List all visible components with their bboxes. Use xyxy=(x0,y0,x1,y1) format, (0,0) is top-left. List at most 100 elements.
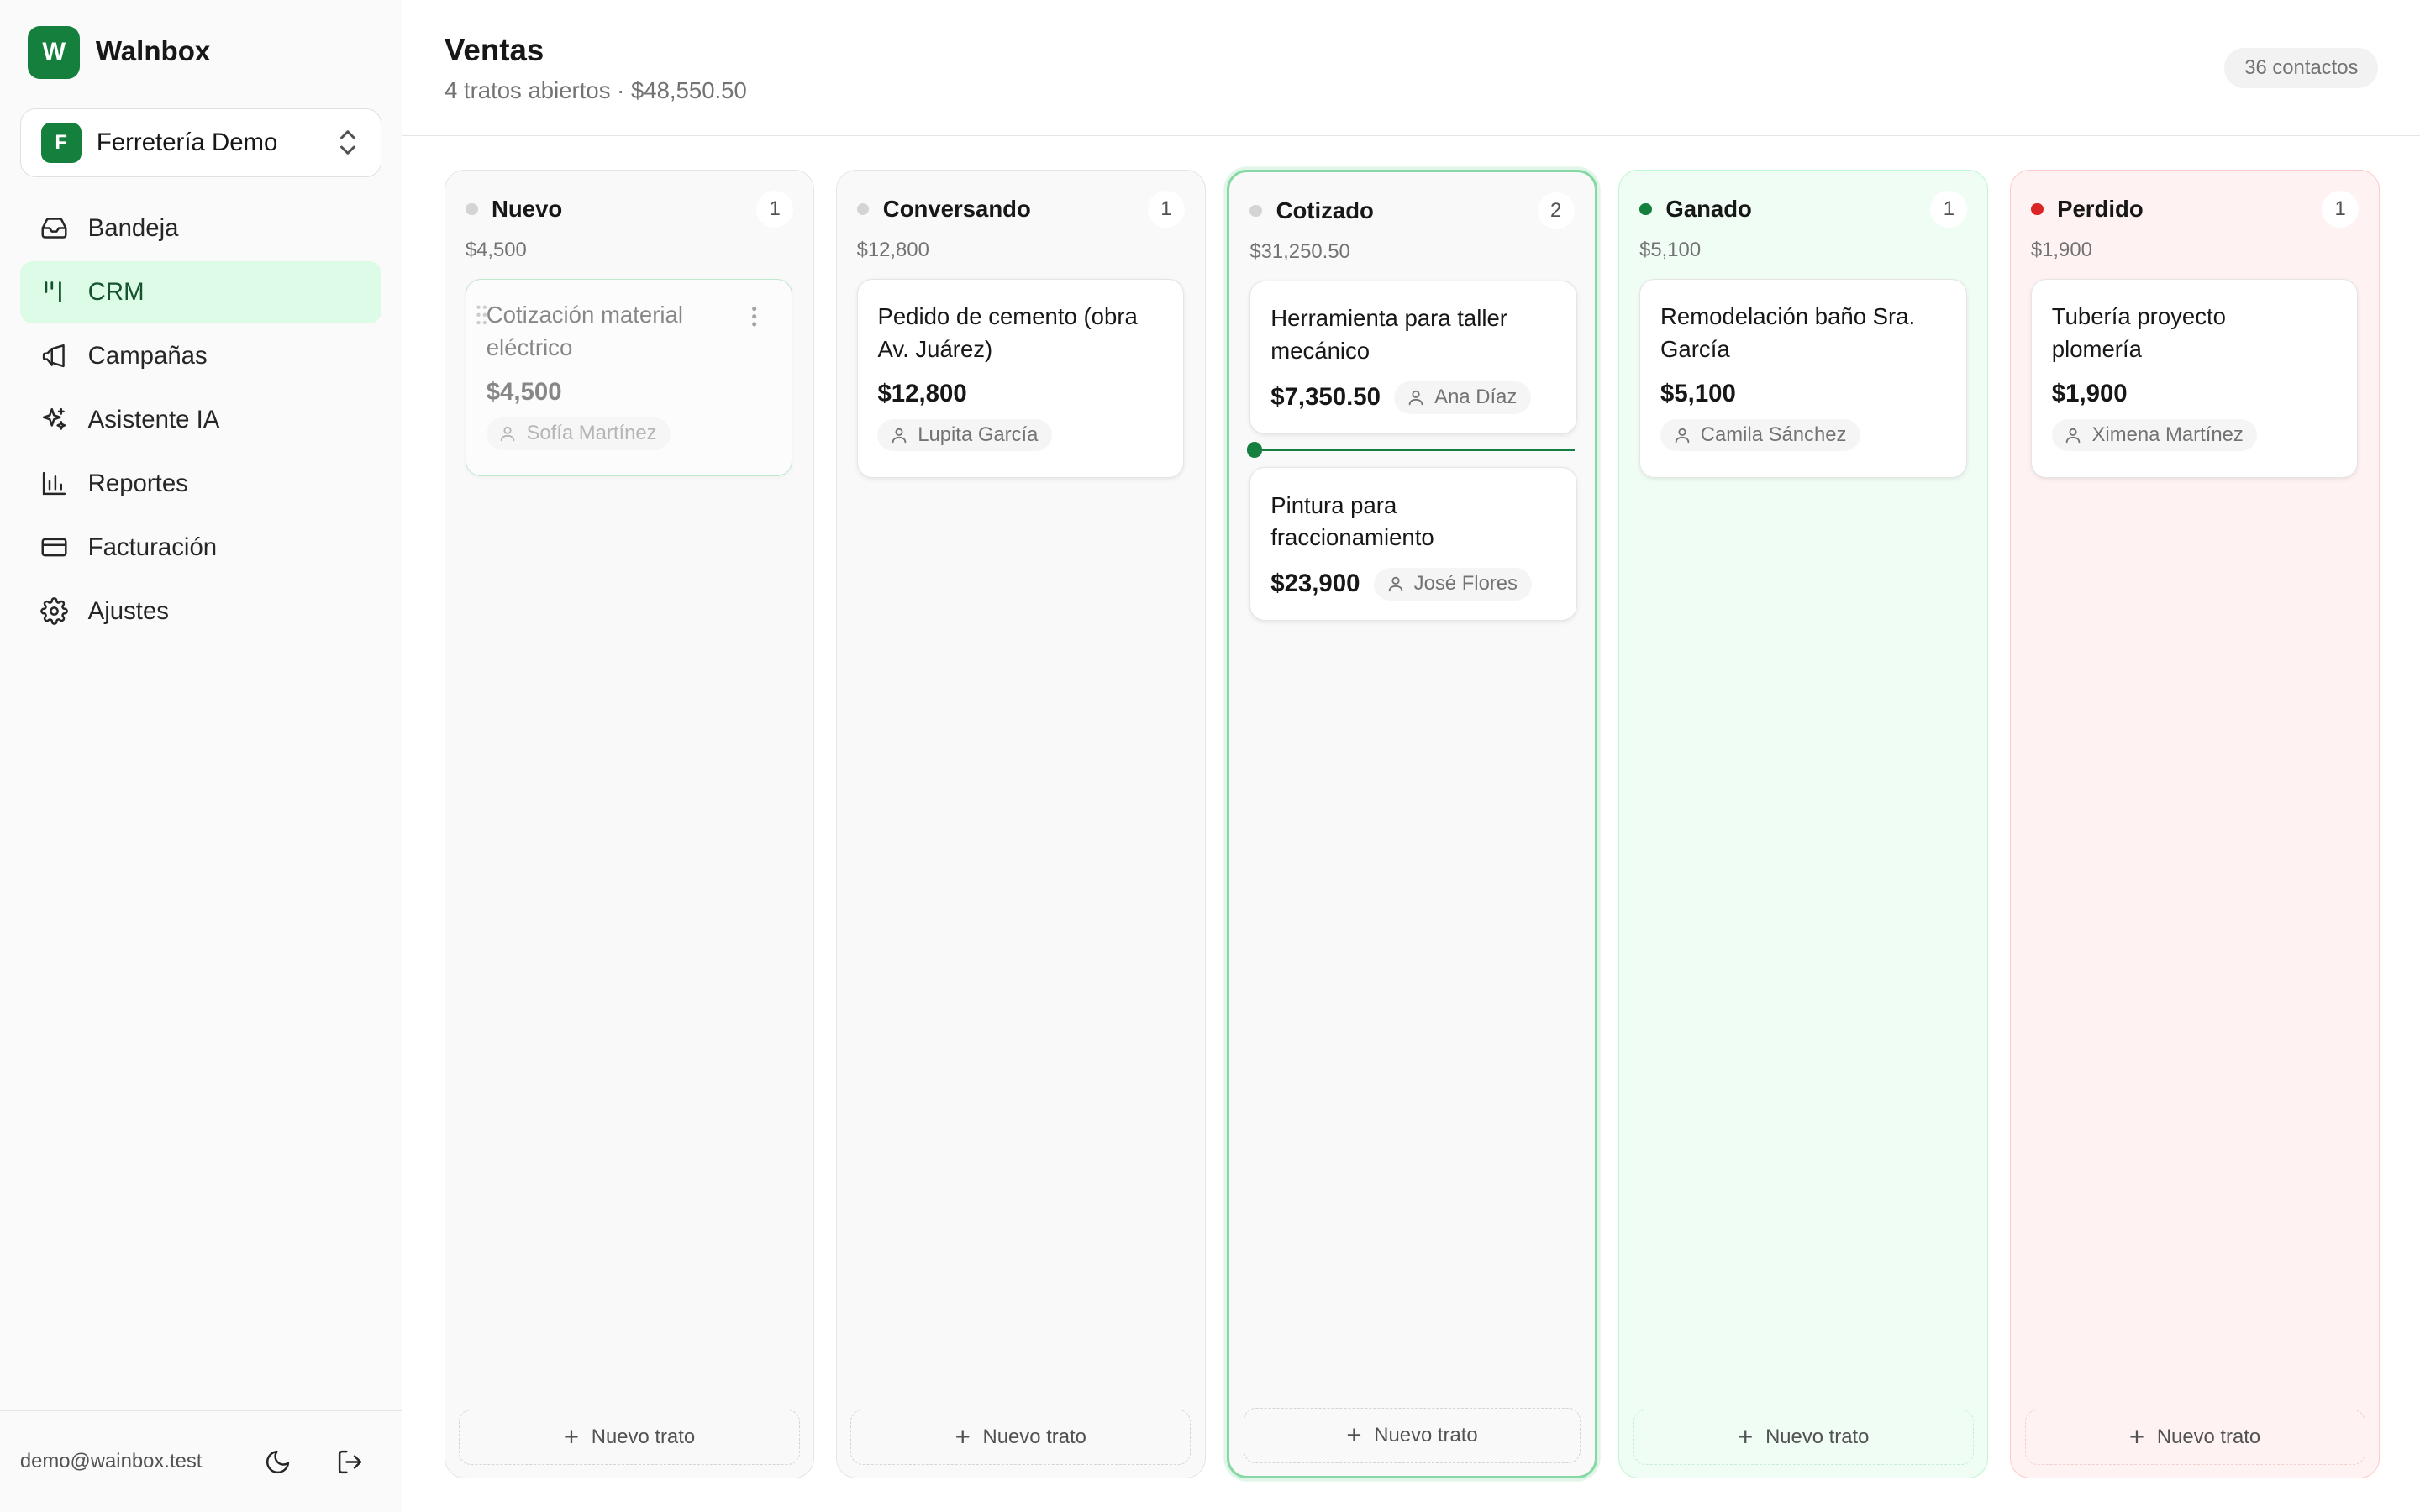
deal-card[interactable]: Tubería proyecto plomería $1,900 Ximena … xyxy=(2030,278,2359,478)
deal-title: Pedido de cemento (obra Av. Juárez) xyxy=(877,303,1138,362)
plus-icon: + xyxy=(2128,1421,2145,1452)
deal-contact: Sofía Martínez xyxy=(486,417,671,450)
new-deal-button[interactable]: + Nuevo trato xyxy=(850,1409,1192,1465)
column-count: 1 xyxy=(1147,190,1185,228)
deal-card[interactable]: Pintura para fraccionamiento $23,900 Jos… xyxy=(1249,466,1577,622)
sidebar-nav: Bandeja CRM Campañas Asistente IA Report… xyxy=(19,197,381,644)
deal-contact: Camila Sánchez xyxy=(1660,418,1860,452)
logout-button[interactable] xyxy=(332,1443,369,1480)
contacts-badge[interactable]: 36 contactos xyxy=(2224,47,2379,88)
deal-amount: $5,100 xyxy=(1660,379,1736,407)
sidebar-item-label: CRM xyxy=(87,277,145,306)
sidebar-item-ajustes[interactable]: Ajustes xyxy=(20,580,381,642)
sidebar-item-bandeja[interactable]: Bandeja xyxy=(20,197,381,259)
column-cotizado: Cotizado 2 $31,250.50 Herramienta para t… xyxy=(1227,170,1597,1478)
user-email: demo@wainbox.test xyxy=(19,1449,203,1473)
status-dot xyxy=(856,202,870,216)
column-title: Nuevo xyxy=(492,195,563,222)
column-header: Cotizado 2 xyxy=(1249,192,1575,229)
sidebar-item-reportes[interactable]: Reportes xyxy=(20,453,381,514)
app-window: W Walnbox F Ferretería Demo Bandeja CRM xyxy=(0,0,2420,1512)
deal-card[interactable]: Remodelación baño Sra. García $5,100 Cam… xyxy=(1639,278,1967,478)
column-conversando: Conversando 1 $12,800 Pedido de cemento … xyxy=(835,170,1206,1478)
plus-icon: + xyxy=(1346,1420,1362,1450)
kanban-icon xyxy=(39,276,70,307)
new-deal-label: Nuevo trato xyxy=(1765,1425,1870,1448)
deal-contact: Lupita García xyxy=(877,418,1052,452)
deal-contact: Ana Díaz xyxy=(1394,381,1531,414)
column-header: Nuevo 1 xyxy=(465,190,794,228)
sidebar-item-campanas[interactable]: Campañas xyxy=(20,325,381,386)
deal-meta: $7,350.50 Ana Díaz xyxy=(1270,381,1556,414)
deal-card[interactable]: Herramienta para taller mecánico $7,350.… xyxy=(1249,280,1577,435)
sparkles-icon xyxy=(39,405,70,436)
plus-icon: + xyxy=(955,1421,971,1452)
megaphone-icon xyxy=(39,340,70,371)
deal-amount: $1,900 xyxy=(2051,379,2128,407)
sidebar-item-label: Bandeja xyxy=(87,213,179,242)
column-count: 1 xyxy=(756,190,794,228)
sidebar-item-label: Asistente IA xyxy=(87,405,220,433)
new-deal-button[interactable]: + Nuevo trato xyxy=(1633,1409,1974,1465)
inbox-icon xyxy=(39,213,70,244)
column-title: Conversando xyxy=(882,195,1031,222)
column-header: Perdido 1 xyxy=(2030,190,2360,228)
brand[interactable]: W Walnbox xyxy=(28,26,211,79)
user-icon xyxy=(892,428,907,444)
sidebar-item-label: Ajustes xyxy=(87,596,169,625)
new-deal-button[interactable]: + Nuevo trato xyxy=(2024,1409,2365,1465)
deal-contact: Ximena Martínez xyxy=(2051,418,2258,452)
contact-name: Ana Díaz xyxy=(1434,386,1518,409)
user-icon xyxy=(501,427,515,442)
column-count: 1 xyxy=(1930,190,1968,228)
column-total: $12,800 xyxy=(856,238,929,261)
column-title: Ganado xyxy=(1665,195,1752,222)
drop-indicator xyxy=(1246,442,1575,458)
page-subtitle: 4 tratos abiertos · $48,550.50 xyxy=(444,76,747,103)
credit-card-icon xyxy=(39,533,70,564)
column-count: 2 xyxy=(1537,192,1575,229)
brand-name: Walnbox xyxy=(95,36,211,68)
status-dot xyxy=(465,202,478,216)
sidebar-item-asistente-ia[interactable]: Asistente IA xyxy=(20,389,381,450)
sidebar-item-facturacion[interactable]: Facturación xyxy=(20,517,381,578)
deal-card[interactable]: Cotización material eléctrico $4,500 Sof… xyxy=(465,278,793,476)
deal-amount: $23,900 xyxy=(1270,570,1360,598)
deal-title: Remodelación baño Sra. García xyxy=(1660,303,1916,362)
deal-amount: $4,500 xyxy=(486,378,562,407)
main-content: Ventas 4 tratos abiertos · $48,550.50 36… xyxy=(402,0,2420,1512)
new-deal-button[interactable]: + Nuevo trato xyxy=(459,1409,800,1465)
column-header: Conversando 1 xyxy=(856,190,1185,228)
column-total: $31,250.50 xyxy=(1249,239,1350,263)
workspace-switcher[interactable]: F Ferretería Demo xyxy=(19,108,381,178)
new-deal-label: Nuevo trato xyxy=(982,1425,1086,1448)
user-icon xyxy=(1408,390,1423,406)
column-count: 1 xyxy=(2322,190,2360,228)
sidebar: W Walnbox F Ferretería Demo Bandeja CRM xyxy=(0,0,403,1512)
workspace-name: Ferretería Demo xyxy=(96,128,278,156)
chevrons-up-down-icon xyxy=(340,130,355,155)
sidebar-item-label: Facturación xyxy=(87,533,218,561)
sidebar-footer: demo@wainbox.test xyxy=(0,1410,402,1512)
new-deal-button[interactable]: + Nuevo trato xyxy=(1244,1407,1581,1463)
user-icon xyxy=(1675,428,1689,444)
page-title: Ventas xyxy=(444,32,544,67)
sidebar-item-crm[interactable]: CRM xyxy=(19,261,381,323)
column-total: $1,900 xyxy=(2030,238,2092,261)
logout-icon xyxy=(339,1450,362,1473)
column-perdido: Perdido 1 $1,900 Tubería proyecto plomer… xyxy=(2010,170,2381,1478)
deal-title: Tubería proyecto plomería xyxy=(2051,303,2226,362)
user-icon xyxy=(2066,428,2081,444)
moon-icon xyxy=(266,1450,290,1473)
deal-title: Cotización material eléctrico xyxy=(486,302,683,361)
sidebar-item-label: Campañas xyxy=(87,341,208,370)
dark-mode-toggle[interactable] xyxy=(260,1443,297,1480)
sidebar-item-label: Reportes xyxy=(87,469,188,497)
deal-card[interactable]: Pedido de cemento (obra Av. Juárez) $12,… xyxy=(856,278,1184,478)
drag-handle-icon[interactable] xyxy=(474,304,489,326)
bar-chart-icon xyxy=(39,469,70,500)
contact-name: Ximena Martínez xyxy=(2091,423,2244,447)
deal-meta: $23,900 José Flores xyxy=(1270,568,1556,601)
contact-name: José Flores xyxy=(1413,572,1518,596)
more-vertical-icon[interactable] xyxy=(742,304,766,328)
